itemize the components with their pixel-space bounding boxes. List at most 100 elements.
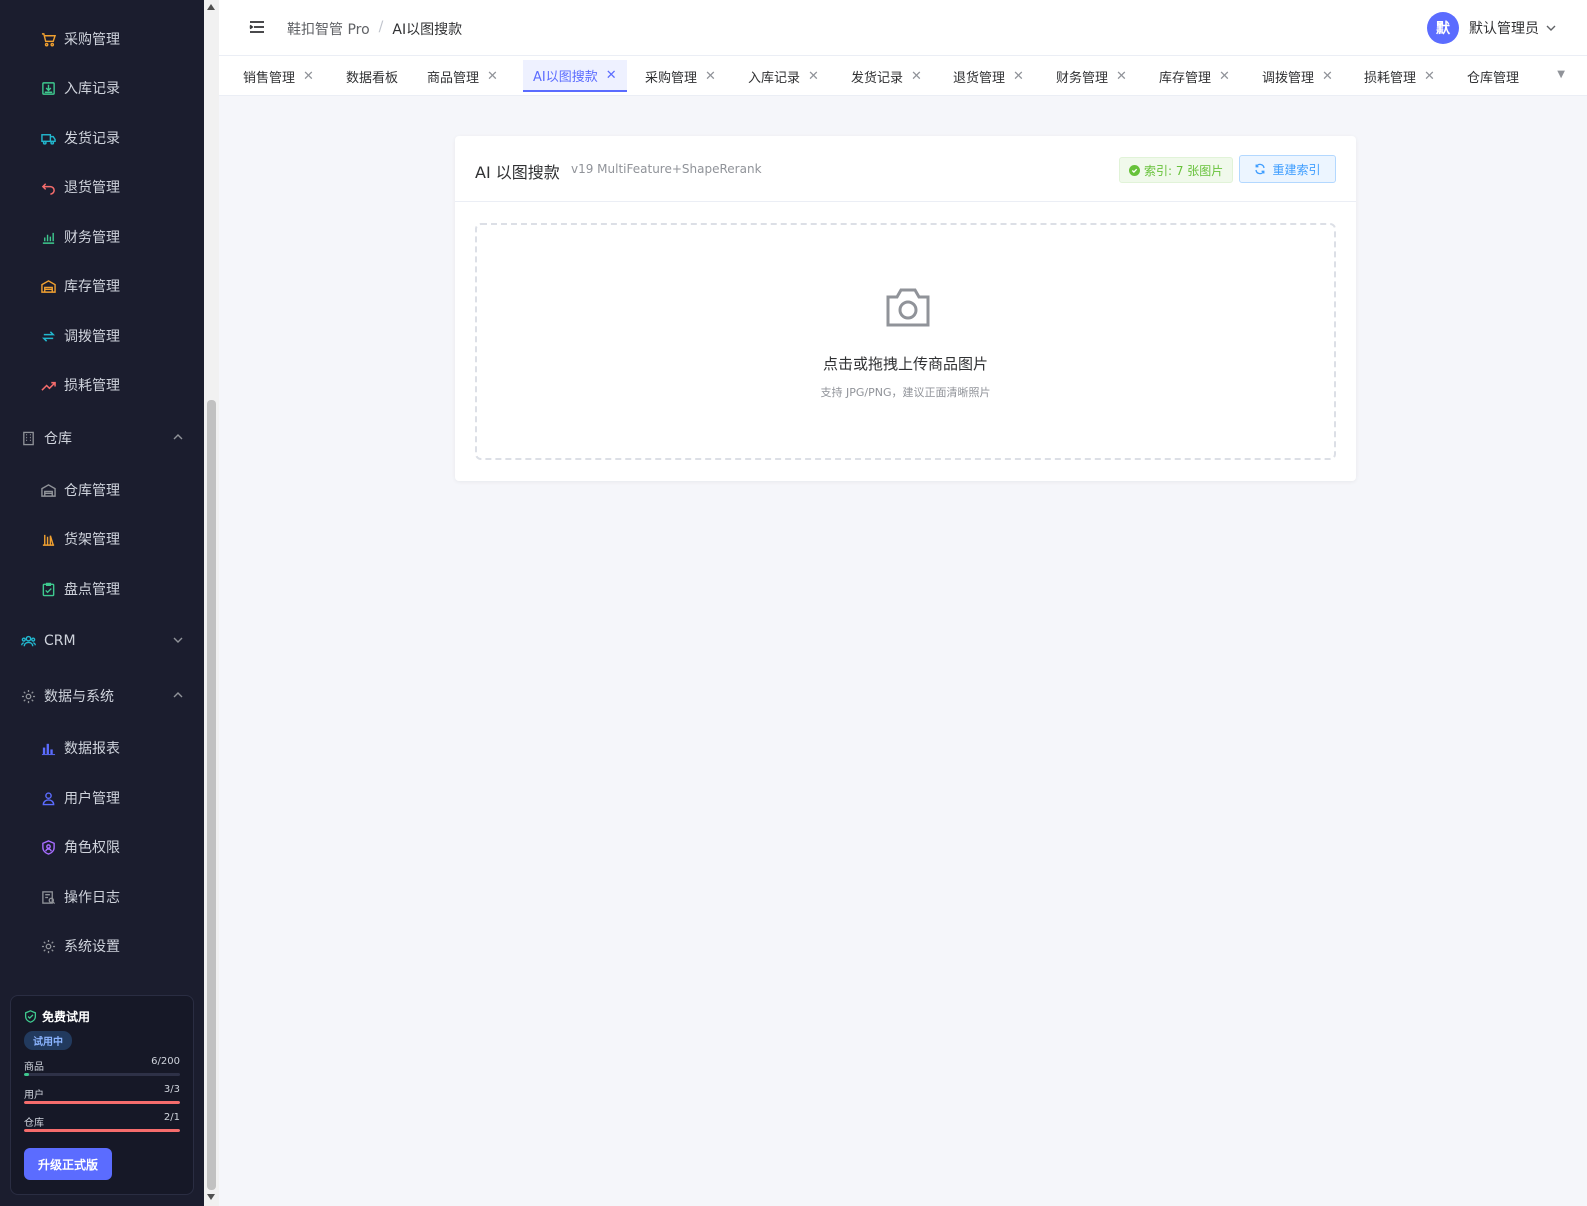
sidebar-item-shelf[interactable]: 货架管理: [0, 519, 204, 559]
card-title: AI 以图搜款: [475, 163, 560, 182]
sidebar-item-settings[interactable]: 系统设置: [0, 926, 204, 966]
shield-check-icon: [24, 1010, 37, 1023]
sidebar-item-finance[interactable]: 财务管理: [0, 217, 204, 257]
tab-products[interactable]: 商品管理 ✕: [417, 60, 508, 92]
image-upload-dropzone[interactable]: 点击或拖拽上传商品图片 支持 JPG/PNG，建议正面清晰照片: [475, 223, 1336, 460]
avatar[interactable]: 默: [1427, 12, 1459, 44]
quota-bar-fill: [24, 1101, 180, 1104]
trial-title-text: 免费试用: [42, 1010, 91, 1024]
close-icon[interactable]: ✕: [1116, 69, 1127, 84]
tab-warehouse[interactable]: 仓库管理: [1457, 60, 1529, 92]
close-icon[interactable]: ✕: [606, 68, 617, 83]
top-header: 鞋扣智管 Pro / AI以图搜款 默 默认管理员: [219, 0, 1587, 56]
warehouse-icon: [40, 278, 56, 294]
sidebar-group-system[interactable]: 数据与系统: [0, 676, 204, 716]
sidebar-item-label: 数据报表: [64, 741, 120, 757]
tab-inventory[interactable]: 库存管理 ✕: [1149, 60, 1240, 92]
sidebar-item-shipping[interactable]: 发货记录: [0, 118, 204, 158]
tab-label: AI以图搜款: [533, 69, 598, 85]
tab-inbound[interactable]: 入库记录 ✕: [738, 60, 829, 92]
chevron-up-icon: [173, 692, 183, 698]
sidebar-group-crm[interactable]: CRM: [0, 621, 204, 661]
tab-returns[interactable]: 退货管理 ✕: [943, 60, 1034, 92]
sidebar-item-reports[interactable]: 数据报表: [0, 728, 204, 768]
sidebar-item-transfer[interactable]: 调拨管理: [0, 316, 204, 356]
scroll-up-arrow-icon[interactable]: [207, 4, 215, 10]
tabs-more-caret-icon[interactable]: ▼: [1557, 69, 1565, 80]
tab-transfer[interactable]: 调拨管理 ✕: [1252, 60, 1343, 92]
rebuild-index-label: 重建索引: [1272, 162, 1321, 177]
sidebar-item-returns[interactable]: 退货管理: [0, 167, 204, 207]
sidebar-item-label: 仓库管理: [64, 483, 120, 499]
sidebar-scrollbar[interactable]: [204, 0, 219, 1206]
shield-user-icon: [40, 839, 56, 855]
sidebar-item-label: 盘点管理: [64, 582, 120, 598]
sidebar-item-label: 财务管理: [64, 230, 120, 246]
breadcrumb-root[interactable]: 鞋扣智管 Pro: [287, 19, 370, 39]
return-icon: [40, 179, 56, 195]
chevron-down-icon: [173, 637, 183, 643]
user-name[interactable]: 默认管理员: [1469, 18, 1539, 38]
close-icon[interactable]: ✕: [808, 69, 819, 84]
tab-label: 调拨管理: [1262, 70, 1315, 86]
sidebar-item-loss[interactable]: 损耗管理: [0, 365, 204, 405]
bar-chart-icon: [40, 740, 56, 756]
chevron-down-icon[interactable]: [1545, 22, 1557, 34]
rebuild-index-button[interactable]: 重建索引: [1239, 155, 1336, 183]
sidebar-item-warehouse-mgmt[interactable]: 仓库管理: [0, 470, 204, 510]
close-icon[interactable]: ✕: [705, 69, 716, 84]
user-icon: [40, 790, 56, 806]
quota-bar-fill: [24, 1129, 180, 1132]
tab-dashboard[interactable]: 数据看板: [336, 60, 408, 92]
close-icon[interactable]: ✕: [1322, 69, 1333, 84]
sidebar-item-roles[interactable]: 角色权限: [0, 827, 204, 867]
scroll-down-arrow-icon[interactable]: [207, 1194, 215, 1200]
tab-finance[interactable]: 财务管理 ✕: [1046, 60, 1137, 92]
menu-toggle-icon[interactable]: [249, 20, 265, 34]
check-circle-icon: [1129, 164, 1140, 176]
sidebar-item-purchase[interactable]: 采购管理: [0, 19, 204, 59]
sidebar-item-users[interactable]: 用户管理: [0, 778, 204, 818]
sidebar-group-warehouse[interactable]: 仓库: [0, 418, 204, 458]
breadcrumb-separator: /: [378, 19, 384, 35]
tab-ai-image-search[interactable]: AI以图搜款 ✕: [523, 60, 627, 92]
quota-bar: [24, 1073, 180, 1076]
close-icon[interactable]: ✕: [911, 69, 922, 84]
sidebar-group-label: 仓库: [44, 431, 72, 447]
sidebar-item-logs[interactable]: 操作日志: [0, 877, 204, 917]
close-icon[interactable]: ✕: [487, 69, 498, 84]
card-header: AI 以图搜款 v19 MultiFeature+ShapeRerank 索引:…: [455, 136, 1356, 202]
transfer-icon: [40, 328, 56, 344]
tab-sales[interactable]: 销售管理 ✕: [233, 60, 324, 92]
sidebar-item-label: 发货记录: [64, 131, 120, 147]
tab-shipping[interactable]: 发货记录 ✕: [841, 60, 932, 92]
sidebar-item-inventory[interactable]: 库存管理: [0, 266, 204, 306]
inbox-icon: [40, 80, 56, 96]
cart-icon: [40, 31, 56, 47]
finance-icon: [40, 229, 56, 245]
tab-bar: 销售管理 ✕ 数据看板 商品管理 ✕ AI以图搜款 ✕ 采购管理 ✕ 入库记录 ✕ 发货记…: [219, 56, 1587, 96]
sidebar-item-inbound[interactable]: 入库记录: [0, 68, 204, 108]
quota-value: 6/200: [151, 1056, 180, 1067]
quota-products: 商品 6/200: [24, 1056, 180, 1078]
breadcrumb: 鞋扣智管 Pro / AI以图搜款: [287, 19, 462, 39]
close-icon[interactable]: ✕: [1013, 69, 1024, 84]
scrollbar-thumb[interactable]: [207, 400, 216, 1190]
sidebar: 采购管理 入库记录 发货记录 退货管理 财务管理 库存管理 调拨管理 损耗管理 …: [0, 0, 204, 1206]
tab-label: 发货记录: [851, 70, 904, 86]
clipboard-check-icon: [40, 581, 56, 597]
user-menu[interactable]: 默 默认管理员: [1427, 12, 1557, 44]
close-icon[interactable]: ✕: [1219, 69, 1230, 84]
sidebar-item-label: 角色权限: [64, 840, 120, 856]
tab-label: 数据看板: [346, 70, 399, 86]
sidebar-item-stocktake[interactable]: 盘点管理: [0, 569, 204, 609]
index-status-text: 索引: 7 张图片: [1144, 163, 1224, 178]
upgrade-button[interactable]: 升级正式版: [24, 1148, 112, 1180]
close-icon[interactable]: ✕: [1424, 69, 1435, 84]
upload-title: 点击或拖拽上传商品图片: [822, 355, 988, 373]
tab-purchase[interactable]: 采购管理 ✕: [635, 60, 726, 92]
close-icon[interactable]: ✕: [303, 69, 314, 84]
log-icon: [40, 889, 56, 905]
sidebar-item-label: 入库记录: [64, 81, 120, 97]
tab-loss[interactable]: 损耗管理 ✕: [1354, 60, 1445, 92]
